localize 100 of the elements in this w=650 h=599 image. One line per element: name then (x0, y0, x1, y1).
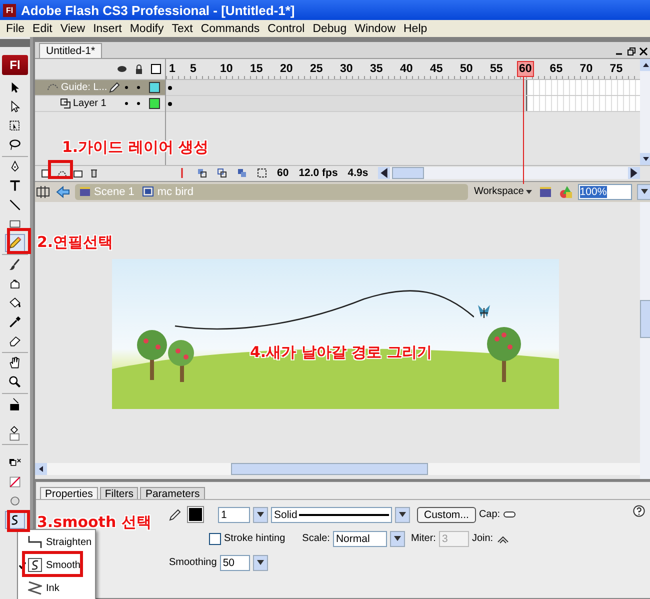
timeline-toggle-icon[interactable] (35, 184, 51, 200)
back-arrow-icon[interactable] (55, 184, 71, 200)
menu-item[interactable]: Commands (196, 22, 264, 34)
frame-number[interactable]: 60 (517, 60, 534, 77)
dropdown-button[interactable] (636, 184, 650, 200)
onion-markers-icon[interactable] (257, 168, 267, 178)
edit-frames-icon[interactable] (237, 168, 247, 178)
visibility-dot[interactable] (125, 102, 128, 105)
help-icon[interactable] (632, 504, 645, 517)
outline-color-box[interactable] (149, 82, 160, 93)
scroll-thumb[interactable] (640, 300, 650, 338)
frame-rate: 12.0 fps (298, 167, 338, 180)
frame-number: 45 (430, 62, 444, 76)
smooth-icon (28, 558, 42, 572)
layer-icon (59, 97, 71, 110)
frame-number: 75 (610, 62, 624, 76)
edit-symbol-icon[interactable] (558, 184, 574, 200)
zoom-field[interactable]: 100% (578, 184, 632, 200)
panel-tab[interactable]: Parameters (140, 486, 205, 499)
straighten-icon (28, 535, 42, 549)
stroke-size-field[interactable]: 1 (218, 506, 250, 523)
left-arrow-icon[interactable] (379, 168, 390, 178)
menu-item[interactable]: Edit (28, 22, 56, 34)
highlight-frame (7, 510, 30, 532)
frame-number: 50 (460, 62, 474, 76)
workspace-menu[interactable]: Workspace (472, 186, 534, 198)
menu-item[interactable]: Control (264, 22, 309, 34)
ink-icon (28, 581, 42, 595)
vertical-scrollbar[interactable] (640, 202, 650, 479)
menu-item[interactable]: Insert (89, 22, 126, 34)
layer-name: Guide: L... (61, 82, 108, 93)
scroll-thumb[interactable] (392, 167, 424, 180)
menu-item[interactable]: Text (168, 22, 197, 34)
smoothing-field[interactable]: 50 (220, 554, 250, 571)
menu-item-label: Ink (46, 582, 60, 594)
scale-select[interactable]: Normal (332, 530, 387, 547)
restore-icon[interactable] (626, 46, 636, 56)
menu-item[interactable]: File (2, 22, 29, 34)
close-icon[interactable] (638, 46, 648, 56)
stroke-hinting-checkbox[interactable] (209, 532, 221, 545)
outline-color-box[interactable] (149, 98, 160, 109)
frame-number: 1 (168, 62, 176, 76)
panel-grip[interactable] (0, 39, 30, 47)
menu-item[interactable]: Modify (126, 22, 168, 34)
panel-tab[interactable]: Properties (40, 486, 98, 499)
menu-item[interactable]: Straighten (27, 532, 93, 552)
menu-item[interactable]: Smooth (27, 555, 82, 575)
highlight-frame (22, 551, 83, 577)
window-title: Adobe Flash CS3 Professional - [Untitled-1*] (21, 2, 295, 18)
stroke-color-swatch[interactable] (188, 507, 203, 522)
stroke-style-select[interactable]: Solid (271, 506, 392, 523)
folder-icon[interactable] (73, 168, 83, 178)
menu-item[interactable]: Help (400, 22, 432, 34)
outline-icon[interactable] (151, 64, 161, 74)
scroll-thumb[interactable] (231, 462, 428, 475)
tree-drawing (484, 324, 524, 383)
clapper-icon (79, 186, 91, 198)
down-arrow-icon[interactable] (642, 156, 649, 162)
caret-icon (399, 512, 406, 518)
frame-number: 25 (310, 62, 324, 76)
annotation-text: 2.연필선택 (37, 233, 114, 252)
lock-dot[interactable] (137, 102, 140, 105)
menu-item[interactable]: Ink (27, 578, 82, 598)
add-guide-icon[interactable] (57, 168, 67, 178)
dropdown-button[interactable] (395, 506, 410, 523)
onion-outline-icon[interactable] (217, 168, 227, 178)
onion-skin-icon[interactable] (197, 168, 207, 178)
lock-dot[interactable] (137, 86, 140, 89)
horizontal-scrollbar[interactable] (35, 462, 640, 475)
horizontal-scrollbar[interactable] (378, 167, 640, 180)
trash-icon[interactable] (89, 168, 99, 178)
join-icon[interactable] (496, 534, 510, 544)
frame-number: 40 (400, 62, 414, 76)
elapsed-time: 4.9s (348, 167, 368, 180)
layer-row[interactable]: Layer 1 (35, 96, 165, 112)
eye-icon[interactable] (117, 64, 127, 74)
document-tab[interactable]: Untitled-1* (39, 42, 102, 58)
frame-number: 65 (550, 62, 564, 76)
left-arrow-icon[interactable] (38, 466, 44, 472)
custom-button[interactable]: Custom... (417, 506, 476, 523)
up-arrow-icon[interactable] (642, 62, 649, 68)
panel-tab[interactable]: Filters (100, 486, 138, 499)
menu-item-label: Smooth (46, 560, 80, 570)
cap-icon[interactable] (503, 510, 518, 520)
annotation-text: 1.가이드 레이어 생성 (62, 138, 209, 157)
menu-item[interactable]: Debug (308, 22, 351, 34)
vertical-scrollbar[interactable] (640, 58, 650, 165)
frame-number: 5 (190, 62, 198, 76)
menu-item[interactable]: Window (350, 22, 400, 34)
right-arrow-icon[interactable] (628, 168, 639, 178)
miter-label: Miter: (410, 533, 436, 544)
frame-number: 55 (490, 62, 504, 76)
dropdown-button[interactable] (390, 530, 405, 547)
visibility-dot[interactable] (125, 86, 128, 89)
menu-item[interactable]: View (56, 22, 90, 34)
lock-icon[interactable] (134, 64, 144, 74)
cap-label: Cap: (478, 509, 500, 520)
dropdown-button[interactable] (253, 506, 268, 523)
frame-number: 35 (370, 62, 384, 76)
dropdown-button[interactable] (252, 554, 268, 571)
